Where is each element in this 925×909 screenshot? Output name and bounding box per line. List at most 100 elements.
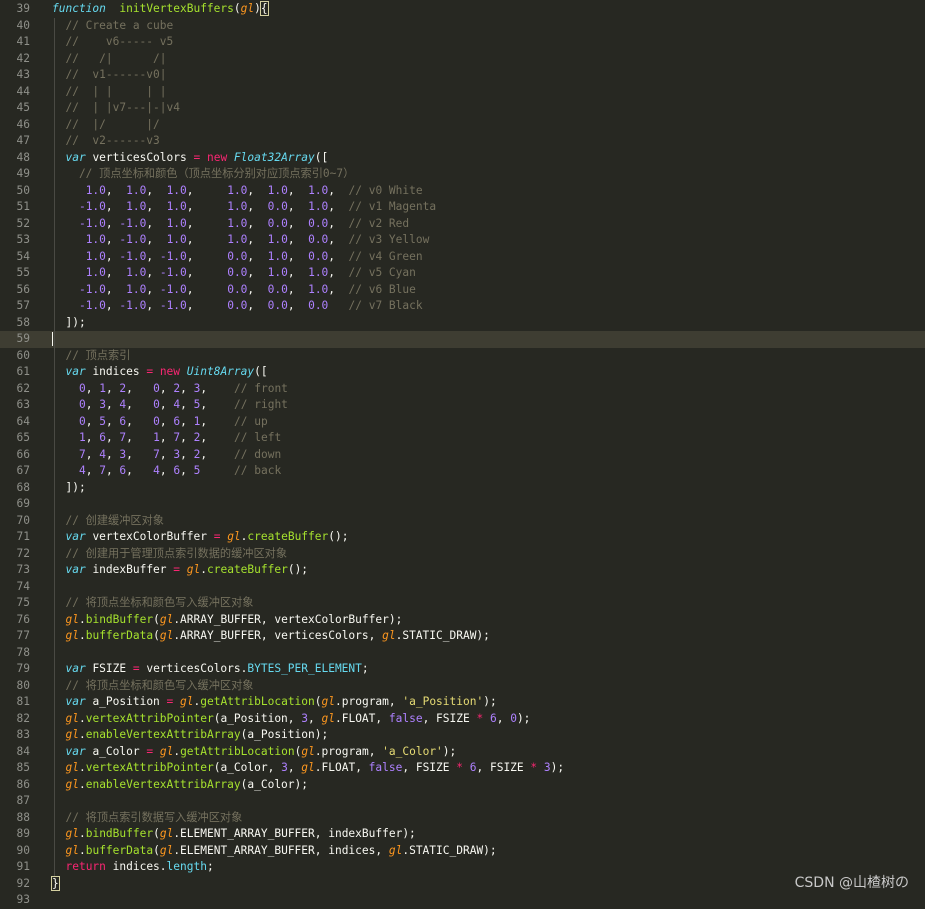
code-line[interactable]: 43 // v1------v0| xyxy=(0,67,925,84)
line-number: 74 xyxy=(16,579,30,593)
code-token: 1.0 xyxy=(126,183,147,197)
code-token: . xyxy=(200,563,207,576)
code-line[interactable]: 59 xyxy=(0,331,925,348)
code-text: 7, 4, 3, 7, 3, 2, // down xyxy=(52,447,281,464)
code-token: .ARRAY_BUFFER, verticesColors, xyxy=(173,629,383,642)
code-line[interactable]: 86 gl.enableVertexAttribArray(a_Color); xyxy=(0,776,925,793)
code-line[interactable]: 60 // 顶点索引 xyxy=(0,347,925,364)
code-line[interactable]: 44 // | | | | xyxy=(0,83,925,100)
code-line[interactable]: 54 1.0, -1.0, -1.0, 0.0, 1.0, 0.0, // v4… xyxy=(0,248,925,265)
indent-guide xyxy=(54,463,55,480)
code-token: 'a_Color' xyxy=(382,744,443,758)
code-token: ( xyxy=(153,843,160,857)
code-token: , xyxy=(247,200,268,213)
code-line[interactable]: 41 // v6----- v5 xyxy=(0,34,925,51)
code-line[interactable]: 75 // 将顶点坐标和颜色写入缓冲区对象 xyxy=(0,595,925,612)
code-line[interactable]: 71 var vertexColorBuffer = gl.createBuff… xyxy=(0,529,925,546)
code-token: ([ xyxy=(254,365,268,378)
code-token: // 将顶点索引数据写入缓冲区对象 xyxy=(52,810,243,824)
code-token: 6 xyxy=(489,711,497,725)
code-line[interactable]: 90 gl.bufferData(gl.ELEMENT_ARRAY_BUFFER… xyxy=(0,842,925,859)
code-line[interactable]: 51 -1.0, 1.0, 1.0, 1.0, 0.0, 1.0, // v1 … xyxy=(0,199,925,216)
code-token: , xyxy=(287,200,309,213)
code-line[interactable]: 42 // /| /| xyxy=(0,50,925,67)
line-number: 73 xyxy=(16,563,30,576)
code-line[interactable]: 80 // 将顶点坐标和颜色写入缓冲区对象 xyxy=(0,677,925,694)
code-line[interactable]: 72 // 创建用于管理顶点索引数据的缓冲区对象 xyxy=(0,545,925,562)
code-line[interactable]: 45 // | |v7---|-|v4 xyxy=(0,100,925,117)
code-line[interactable]: 84 var a_Color = gl.getAttribLocation(gl… xyxy=(0,743,925,760)
code-token: , xyxy=(200,431,235,444)
code-token: , xyxy=(146,249,160,263)
code-line[interactable]: 85 gl.vertexAttribPointer(a_Color, 3, gl… xyxy=(0,760,925,777)
code-token: -1.0 xyxy=(78,200,106,213)
code-token: // |/ |/ xyxy=(52,117,160,131)
code-line[interactable]: 76 gl.bindBuffer(gl.ARRAY_BUFFER, vertex… xyxy=(0,611,925,628)
code-token: , xyxy=(126,414,154,428)
code-line[interactable]: 89 gl.bindBuffer(gl.ELEMENT_ARRAY_BUFFER… xyxy=(0,826,925,843)
code-line[interactable]: 56 -1.0, 1.0, -1.0, 0.0, 0.0, 1.0, // v6… xyxy=(0,281,925,298)
code-token: . xyxy=(78,711,86,725)
code-token: ); xyxy=(516,711,531,725)
code-token: // 创建缓冲区对象 xyxy=(52,513,164,527)
code-token: gl xyxy=(321,695,336,708)
code-line[interactable]: 47 // v2------v3 xyxy=(0,133,925,150)
line-number: 44 xyxy=(16,84,30,98)
code-line[interactable]: 87 xyxy=(0,793,925,810)
line-number: 66 xyxy=(16,447,30,461)
code-line[interactable]: 79 var FSIZE = verticesColors.BYTES_PER_… xyxy=(0,661,925,678)
code-token: , xyxy=(287,299,309,312)
code-token: // v7 Black xyxy=(348,299,423,312)
code-line[interactable]: 93 xyxy=(0,892,925,909)
code-token: 1.0 xyxy=(308,200,329,213)
code-line[interactable]: 77 gl.bufferData(gl.ARRAY_BUFFER, vertic… xyxy=(0,628,925,645)
code-line[interactable]: 55 1.0, 1.0, -1.0, 0.0, 1.0, 1.0, // v5 … xyxy=(0,265,925,282)
code-line[interactable]: 46 // |/ |/ xyxy=(0,116,925,133)
indent-guide xyxy=(54,694,55,711)
code-line[interactable]: 73 var indexBuffer = gl.createBuffer(); xyxy=(0,562,925,579)
code-line[interactable]: 74 xyxy=(0,578,925,595)
line-number: 47 xyxy=(16,134,30,147)
code-line[interactable]: 66 7, 4, 3, 7, 3, 2, // down xyxy=(0,446,925,464)
code-token: // v4 Green xyxy=(348,249,423,263)
line-number: 85 xyxy=(16,761,30,774)
code-line[interactable]: 52 -1.0, -1.0, 1.0, 1.0, 0.0, 0.0, // v2… xyxy=(0,215,925,232)
indent-guide xyxy=(54,265,55,282)
code-line[interactable]: 50 1.0, 1.0, 1.0, 1.0, 1.0, 1.0, // v0 W… xyxy=(0,182,925,199)
code-line[interactable]: 83 gl.enableVertexAttribArray(a_Position… xyxy=(0,727,925,744)
code-line[interactable]: 63 0, 3, 4, 0, 4, 5, // right xyxy=(0,397,925,414)
line-number: 89 xyxy=(16,827,30,840)
code-line[interactable]: 61 var indices = new Uint8Array([ xyxy=(0,364,925,381)
code-editor[interactable]: 39 function initVertexBuffers(gl){40 // C… xyxy=(0,0,925,906)
code-line[interactable]: 49 // 顶点坐标和颜色（顶点坐标分别对应顶点索引0~7） xyxy=(0,166,925,183)
code-line[interactable]: 53 1.0, -1.0, 1.0, 1.0, 1.0, 0.0, // v3 … xyxy=(0,232,925,249)
line-number: 76 xyxy=(16,612,30,626)
code-line[interactable]: 88 // 将顶点索引数据写入缓冲区对象 xyxy=(0,809,925,826)
code-line[interactable]: 70 // 创建缓冲区对象 xyxy=(0,512,925,529)
code-line[interactable]: 48 var verticesColors = new Float32Array… xyxy=(0,149,925,166)
code-line[interactable]: 78 xyxy=(0,644,925,661)
code-text: // 将顶点坐标和颜色写入缓冲区对象 xyxy=(52,595,253,612)
code-line[interactable]: 40 // Create a cube xyxy=(0,17,925,34)
code-line[interactable]: 57 -1.0, -1.0, -1.0, 0.0, 0.0, 0.0 // v7… xyxy=(0,298,925,315)
code-line[interactable]: 91 return indices.length; xyxy=(0,859,925,876)
code-line[interactable]: 81 var a_Position = gl.getAttribLocation… xyxy=(0,694,925,711)
code-line[interactable]: 92} xyxy=(0,875,925,893)
line-number: 88 xyxy=(16,810,30,824)
code-line[interactable]: 62 0, 1, 2, 0, 2, 3, // front xyxy=(0,380,925,397)
code-token: , xyxy=(85,414,100,428)
code-line[interactable]: 64 0, 5, 6, 0, 6, 1, // up xyxy=(0,413,925,430)
code-line[interactable]: 67 4, 7, 6, 4, 6, 5 // back xyxy=(0,463,925,480)
code-token: // v2------v3 xyxy=(52,134,160,147)
code-line[interactable]: 58 ]); xyxy=(0,314,925,331)
code-line[interactable]: 82 gl.vertexAttribPointer(a_Position, 3,… xyxy=(0,710,925,727)
line-number: 62 xyxy=(16,381,30,395)
line-number: 60 xyxy=(16,348,30,362)
code-line[interactable]: 65 1, 6, 7, 1, 7, 2, // left xyxy=(0,430,925,447)
csdn-watermark: CSDN @山楂树の xyxy=(794,875,909,891)
code-line[interactable]: 69 xyxy=(0,496,925,513)
line-number: 91 xyxy=(16,860,30,873)
code-line[interactable]: 68 ]); xyxy=(0,479,925,496)
code-line[interactable]: 39 function initVertexBuffers(gl){ xyxy=(0,1,925,18)
